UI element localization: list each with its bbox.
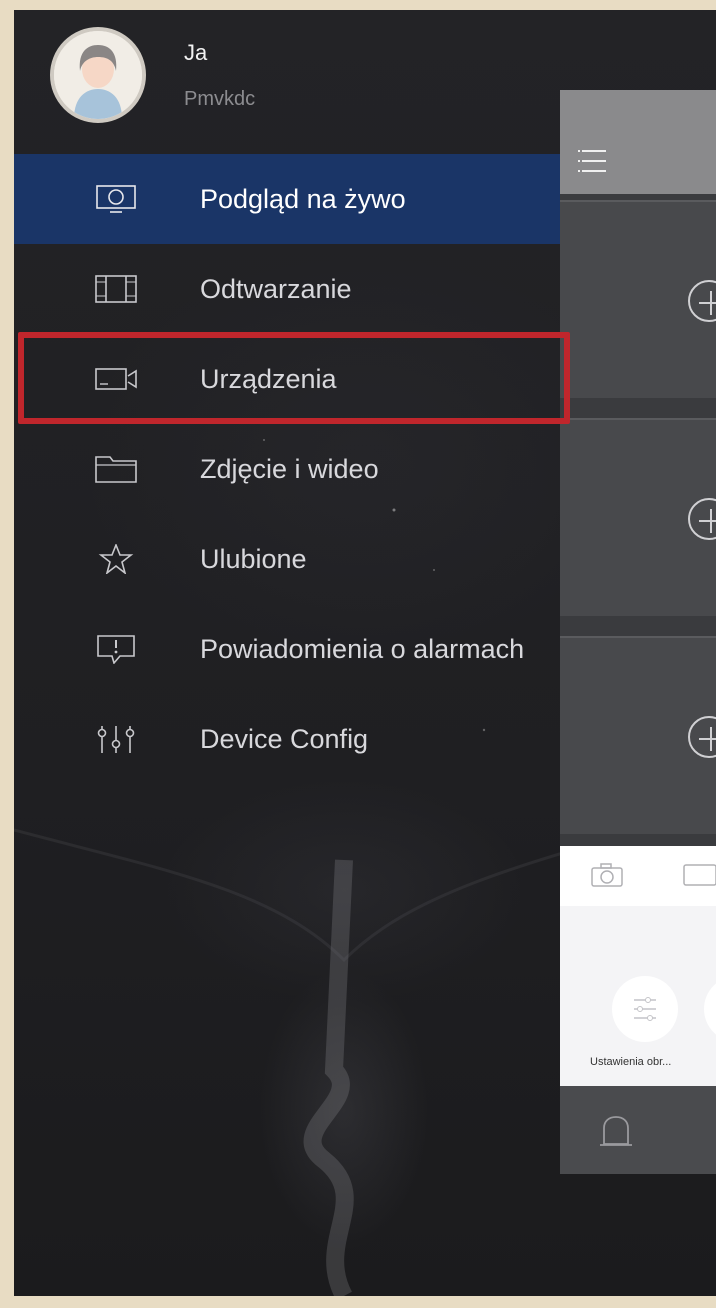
camera-slot-1[interactable] xyxy=(560,200,716,398)
menu-item-label: Podgląd na żywo xyxy=(200,184,406,214)
sliders-icon xyxy=(634,997,656,1021)
peek-header xyxy=(560,90,716,194)
alarm-message-icon xyxy=(97,635,135,664)
peek-panel: Ustawienia obr... xyxy=(560,906,716,1086)
camera-slot-3[interactable] xyxy=(560,636,716,834)
menu-item-photos-videos[interactable]: Zdjęcie i wideo xyxy=(14,424,560,514)
alarm-bell-icon[interactable] xyxy=(598,1114,634,1150)
menu-item-live-view[interactable]: Podgląd na żywo xyxy=(14,154,560,244)
drawer-menu: Podgląd na żywo Odtwarzanie Urządzenia Z… xyxy=(14,154,560,784)
user-name: Ja xyxy=(184,40,208,65)
menu-item-favorites[interactable]: Ulubione xyxy=(14,514,560,604)
image-settings-caption: Ustawienia obr... xyxy=(590,1056,672,1068)
menu-item-label: Device Config xyxy=(200,724,369,754)
menu-item-label: Ulubione xyxy=(200,544,307,574)
app-frame: Ustawienia obr... Ja Pmvkdc Podgląd na ż… xyxy=(14,10,716,1296)
user-id: Pmvkdc xyxy=(184,88,256,110)
sliders-icon xyxy=(97,726,135,753)
menu-item-label: Zdjęcie i wideo xyxy=(200,454,379,484)
menu-item-device-config[interactable]: Device Config xyxy=(14,694,560,784)
main-screen-peek[interactable]: Ustawienia obr... xyxy=(560,90,716,1174)
profile-header[interactable]: Ja Pmvkdc xyxy=(14,10,560,150)
folder-icon xyxy=(95,456,137,483)
star-icon xyxy=(98,544,134,574)
navigation-drawer: Ja Pmvkdc Podgląd na żywo Odtwarzanie Ur… xyxy=(14,10,560,1296)
camera-icon[interactable] xyxy=(590,862,624,888)
secondary-round-button[interactable] xyxy=(704,976,716,1042)
menu-item-alarm-notifications[interactable]: Powiadomienia o alarmach xyxy=(14,604,560,694)
film-strip-icon xyxy=(95,275,137,303)
highlight-box-devices xyxy=(18,332,570,424)
camera-slot-2[interactable] xyxy=(560,418,716,616)
user-avatar-icon[interactable] xyxy=(50,27,146,123)
live-monitor-icon xyxy=(96,185,136,213)
plus-circle-icon[interactable] xyxy=(688,498,716,540)
hamburger-icon[interactable] xyxy=(578,148,608,174)
menu-item-label: Powiadomienia o alarmach xyxy=(200,634,525,664)
peek-bottom-bar xyxy=(560,1086,716,1174)
peek-toolbar xyxy=(560,846,716,906)
menu-item-playback[interactable]: Odtwarzanie xyxy=(14,244,560,334)
menu-item-label: Odtwarzanie xyxy=(200,274,352,304)
plus-circle-icon[interactable] xyxy=(688,716,716,758)
plus-circle-icon[interactable] xyxy=(688,280,716,322)
image-settings-button[interactable] xyxy=(612,976,678,1042)
screen-icon[interactable] xyxy=(682,862,716,888)
